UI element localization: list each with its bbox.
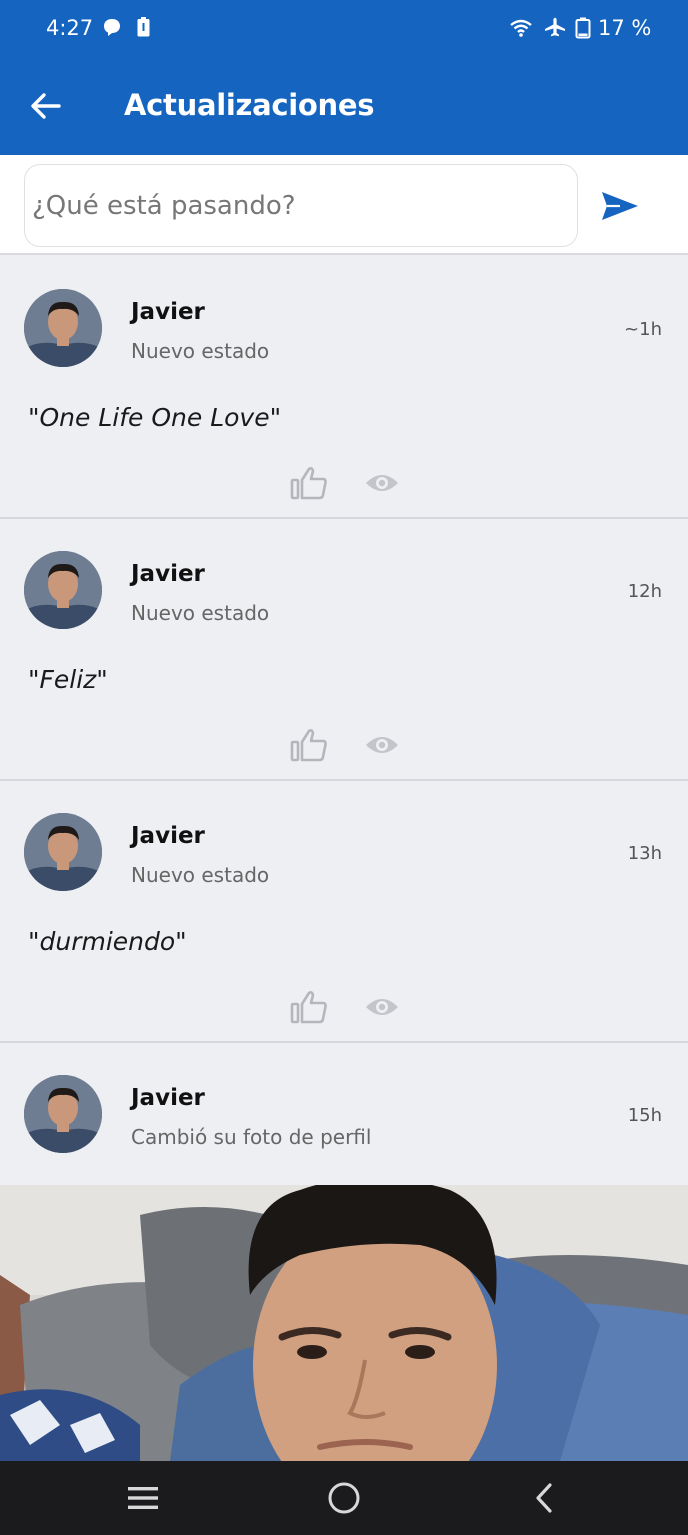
recent-apps-button[interactable] bbox=[120, 1479, 166, 1517]
screen: 4:27 17 % Actualizaciones ¿Qué está pasa… bbox=[0, 0, 688, 1535]
like-button[interactable] bbox=[289, 989, 329, 1025]
views-button[interactable] bbox=[364, 992, 400, 1022]
thumbs-up-icon bbox=[290, 467, 327, 500]
thumbs-up-icon bbox=[290, 729, 327, 762]
post-subtitle: Nuevo estado bbox=[131, 863, 270, 887]
avatar-photo bbox=[24, 1075, 102, 1153]
views-button[interactable] bbox=[364, 730, 400, 760]
airplane-icon bbox=[544, 17, 566, 42]
avatar[interactable] bbox=[24, 289, 102, 367]
eye-icon bbox=[366, 737, 398, 753]
post-subtitle: Cambió su foto de perfil bbox=[131, 1125, 372, 1149]
menu-icon bbox=[128, 1487, 158, 1509]
eye-icon bbox=[366, 475, 398, 491]
status-input[interactable] bbox=[24, 164, 578, 247]
battery-saver-icon bbox=[137, 17, 150, 42]
post-author[interactable]: Javier bbox=[131, 561, 205, 587]
send-button[interactable] bbox=[598, 187, 642, 225]
post-time: 13h bbox=[627, 843, 662, 864]
system-back-button[interactable] bbox=[521, 1479, 567, 1517]
avatar[interactable] bbox=[24, 813, 102, 891]
eye-icon bbox=[366, 999, 398, 1015]
post-status-text: "Feliz" bbox=[28, 665, 108, 694]
avatar[interactable] bbox=[24, 551, 102, 629]
post-time: ~1h bbox=[624, 319, 662, 340]
page-title: Actualizaciones bbox=[124, 88, 375, 122]
top-bar: 4:27 17 % Actualizaciones bbox=[0, 0, 688, 155]
chat-notification-icon bbox=[102, 17, 122, 42]
status-composer bbox=[0, 155, 688, 255]
post-subtitle: Nuevo estado bbox=[131, 339, 270, 363]
post-time: 12h bbox=[627, 581, 662, 602]
profile-photo[interactable] bbox=[0, 1185, 688, 1461]
post-author[interactable]: Javier bbox=[131, 823, 205, 849]
like-button[interactable] bbox=[289, 727, 329, 763]
post-author[interactable]: Javier bbox=[131, 299, 205, 325]
send-icon bbox=[602, 192, 638, 220]
post-subtitle: Nuevo estado bbox=[131, 601, 270, 625]
feed-item: Javier Cambió su foto de perfil 15h bbox=[0, 1043, 688, 1185]
feed-item: Javier Nuevo estado ~1h "One Life One Lo… bbox=[0, 257, 688, 519]
avatar-photo bbox=[24, 551, 102, 629]
wifi-icon bbox=[509, 18, 533, 43]
avatar-photo bbox=[24, 813, 102, 891]
battery-icon bbox=[575, 17, 591, 44]
home-circle-icon bbox=[328, 1482, 360, 1514]
avatar-photo bbox=[24, 289, 102, 367]
system-nav-bar bbox=[0, 1461, 688, 1535]
profile-photo-image bbox=[0, 1185, 688, 1461]
thumbs-up-icon bbox=[290, 991, 327, 1024]
post-status-text: "durmiendo" bbox=[28, 927, 187, 956]
battery-percent: 17 % bbox=[598, 16, 652, 40]
status-time: 4:27 bbox=[46, 16, 94, 40]
post-time: 15h bbox=[627, 1105, 662, 1126]
feed-item: Javier Nuevo estado 13h "durmiendo" bbox=[0, 781, 688, 1043]
post-status-text: "One Life One Love" bbox=[28, 403, 282, 432]
back-chevron-icon bbox=[536, 1483, 552, 1513]
back-button[interactable] bbox=[26, 86, 66, 126]
back-arrow-icon bbox=[31, 93, 61, 119]
avatar[interactable] bbox=[24, 1075, 102, 1153]
post-author[interactable]: Javier bbox=[131, 1085, 205, 1111]
status-bar: 4:27 17 % bbox=[0, 0, 688, 58]
home-button[interactable] bbox=[321, 1479, 367, 1517]
feed-item: Javier Nuevo estado 12h "Feliz" bbox=[0, 519, 688, 781]
views-button[interactable] bbox=[364, 468, 400, 498]
like-button[interactable] bbox=[289, 465, 329, 501]
